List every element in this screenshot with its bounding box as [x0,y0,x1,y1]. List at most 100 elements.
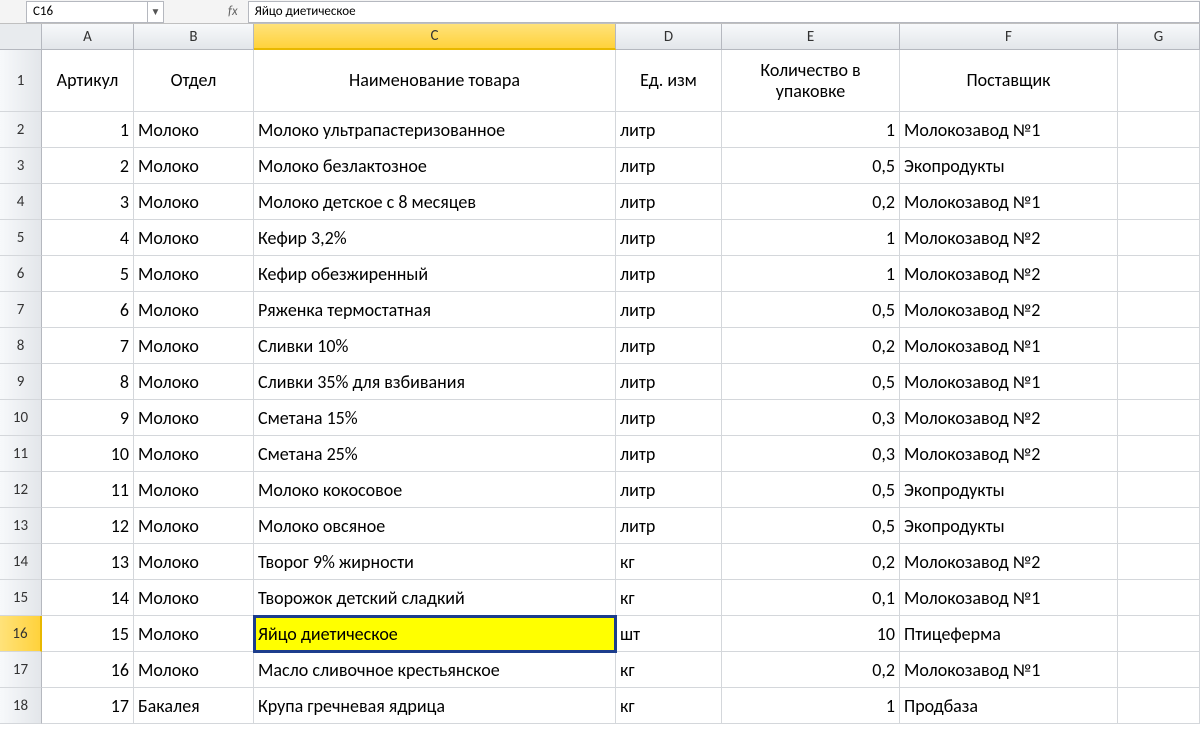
cell-D9[interactable]: литр [616,364,722,400]
cell-C9[interactable]: Сливки 35% для взбивания [254,364,616,400]
row-header-2[interactable]: 2 [0,112,42,148]
cell-C18[interactable]: Крупа гречневая ядрица [254,688,616,724]
row-header-7[interactable]: 7 [0,292,42,328]
cell-C12[interactable]: Молоко кокосовое [254,472,616,508]
cell-B9[interactable]: Молоко [134,364,254,400]
cell-C16[interactable]: Яйцо диетическое [254,616,616,652]
cell-E13[interactable]: 0,5 [722,508,900,544]
cell-F4[interactable]: Молокозавод №1 [900,184,1118,220]
cell-B2[interactable]: Молоко [134,112,254,148]
name-box[interactable]: C16 ▼ [26,1,164,23]
cell-D10[interactable]: литр [616,400,722,436]
cell-B14[interactable]: Молоко [134,544,254,580]
cell-F5[interactable]: Молокозавод №2 [900,220,1118,256]
cell-E7[interactable]: 0,5 [722,292,900,328]
cell-A8[interactable]: 7 [42,328,134,364]
cell-F10[interactable]: Молокозавод №2 [900,400,1118,436]
row-header-11[interactable]: 11 [0,436,42,472]
cell-F3[interactable]: Экопродукты [900,148,1118,184]
cell-A9[interactable]: 8 [42,364,134,400]
row-header-15[interactable]: 15 [0,580,42,616]
cell-D6[interactable]: литр [616,256,722,292]
column-header-E[interactable]: E [722,24,900,50]
cell-G9[interactable] [1118,364,1200,400]
cell-A18[interactable]: 17 [42,688,134,724]
row-header-3[interactable]: 3 [0,148,42,184]
cell-G13[interactable] [1118,508,1200,544]
cell-A10[interactable]: 9 [42,400,134,436]
cell-E5[interactable]: 1 [722,220,900,256]
cell-F6[interactable]: Молокозавод №2 [900,256,1118,292]
cell-F7[interactable]: Молокозавод №2 [900,292,1118,328]
cell-C10[interactable]: Сметана 15% [254,400,616,436]
cell-G7[interactable] [1118,292,1200,328]
cell-C15[interactable]: Творожок детский сладкий [254,580,616,616]
cell-A3[interactable]: 2 [42,148,134,184]
cell-B1[interactable]: Отдел [134,50,254,112]
cell-C6[interactable]: Кефир обезжиренный [254,256,616,292]
row-header-1[interactable]: 1 [0,50,42,112]
fx-icon[interactable]: fx [224,4,242,19]
cell-A4[interactable]: 3 [42,184,134,220]
cell-E3[interactable]: 0,5 [722,148,900,184]
column-header-D[interactable]: D [616,24,722,50]
cell-G17[interactable] [1118,652,1200,688]
cell-A14[interactable]: 13 [42,544,134,580]
cell-D13[interactable]: литр [616,508,722,544]
cell-B16[interactable]: Молоко [134,616,254,652]
row-header-17[interactable]: 17 [0,652,42,688]
cell-B8[interactable]: Молоко [134,328,254,364]
cell-C1[interactable]: Наименование товара [254,50,616,112]
cell-D11[interactable]: литр [616,436,722,472]
cell-E10[interactable]: 0,3 [722,400,900,436]
cell-G14[interactable] [1118,544,1200,580]
cell-G6[interactable] [1118,256,1200,292]
cell-F16[interactable]: Птицеферма [900,616,1118,652]
cell-F8[interactable]: Молокозавод №1 [900,328,1118,364]
cell-G8[interactable] [1118,328,1200,364]
row-header-14[interactable]: 14 [0,544,42,580]
row-header-9[interactable]: 9 [0,364,42,400]
cell-E16[interactable]: 10 [722,616,900,652]
column-header-F[interactable]: F [900,24,1118,50]
row-header-16[interactable]: 16 [0,616,42,652]
cell-E18[interactable]: 1 [722,688,900,724]
column-header-G[interactable]: G [1118,24,1200,50]
cell-E11[interactable]: 0,3 [722,436,900,472]
cell-B12[interactable]: Молоко [134,472,254,508]
cell-A1[interactable]: Артикул [42,50,134,112]
cell-G11[interactable] [1118,436,1200,472]
cell-E8[interactable]: 0,2 [722,328,900,364]
cell-D4[interactable]: литр [616,184,722,220]
cell-G3[interactable] [1118,148,1200,184]
cell-D15[interactable]: кг [616,580,722,616]
column-header-C[interactable]: C [254,24,616,50]
cell-A16[interactable]: 15 [42,616,134,652]
cell-A17[interactable]: 16 [42,652,134,688]
cell-D14[interactable]: кг [616,544,722,580]
select-all-corner[interactable] [0,24,42,50]
row-header-5[interactable]: 5 [0,220,42,256]
column-header-A[interactable]: A [42,24,134,50]
row-header-4[interactable]: 4 [0,184,42,220]
cell-G4[interactable] [1118,184,1200,220]
cell-D2[interactable]: литр [616,112,722,148]
cell-F13[interactable]: Экопродукты [900,508,1118,544]
cell-C4[interactable]: Молоко детское с 8 месяцев [254,184,616,220]
cell-D17[interactable]: кг [616,652,722,688]
name-box-dropdown-icon[interactable]: ▼ [147,2,163,22]
cell-E15[interactable]: 0,1 [722,580,900,616]
cell-D7[interactable]: литр [616,292,722,328]
cell-A5[interactable]: 4 [42,220,134,256]
cell-A6[interactable]: 5 [42,256,134,292]
cell-E9[interactable]: 0,5 [722,364,900,400]
cell-G15[interactable] [1118,580,1200,616]
formula-input[interactable]: Яйцо диетическое [248,1,1200,23]
cell-B6[interactable]: Молоко [134,256,254,292]
cell-C7[interactable]: Ряженка термостатная [254,292,616,328]
cell-B18[interactable]: Бакалея [134,688,254,724]
row-header-18[interactable]: 18 [0,688,42,724]
cell-D5[interactable]: литр [616,220,722,256]
cell-B3[interactable]: Молоко [134,148,254,184]
cell-A12[interactable]: 11 [42,472,134,508]
